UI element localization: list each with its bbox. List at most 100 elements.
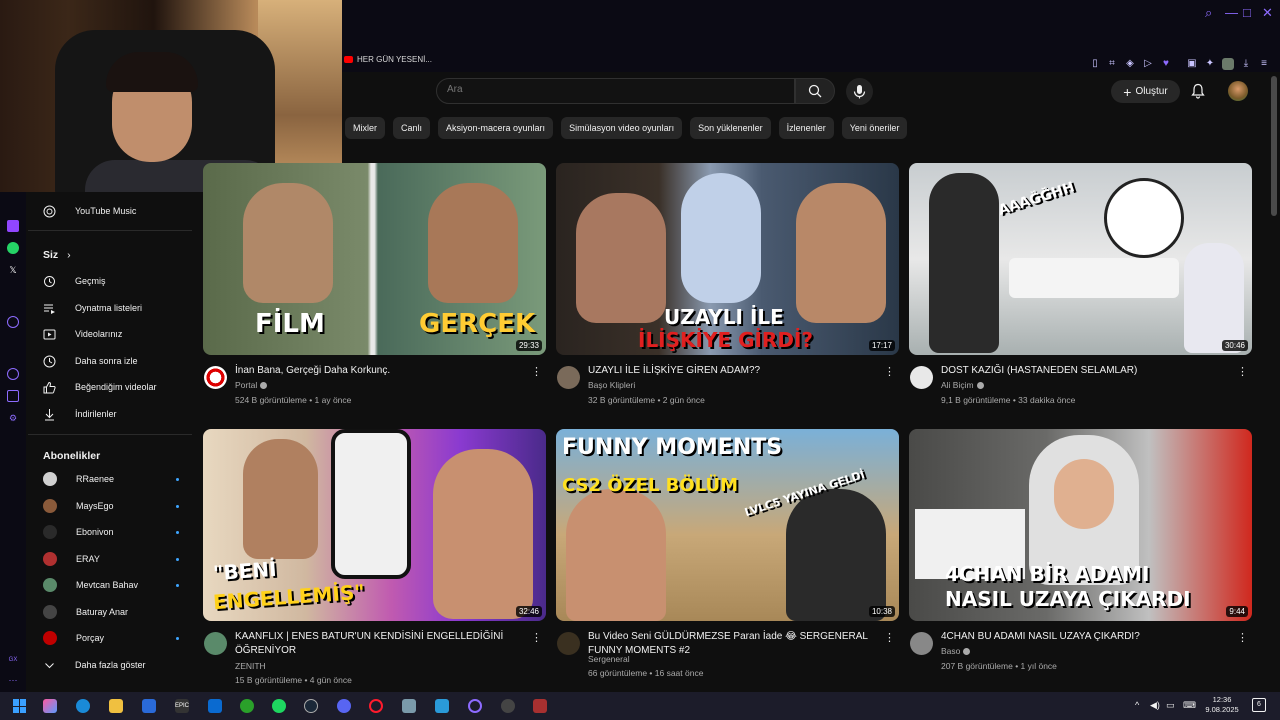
chip-mixes[interactable]: Mixler — [345, 117, 385, 139]
more-options-icon[interactable]: ⋮ — [1237, 365, 1248, 378]
sidebar-item-youtube-music[interactable]: YouTube Music — [43, 202, 183, 220]
settings-icon[interactable]: ⚙ — [7, 412, 19, 424]
you-section-title[interactable]: Siz › — [43, 249, 71, 261]
video-title[interactable]: KAANFLIX | ENES BATUR'UN KENDİSİNİ ENGEL… — [235, 630, 525, 658]
store-icon[interactable] — [142, 699, 156, 713]
cube-icon[interactable] — [7, 390, 19, 402]
steam-icon[interactable] — [304, 699, 318, 713]
more-options-icon[interactable]: ⋮ — [531, 365, 542, 378]
video-title[interactable]: İnan Bana, Gerçeği Daha Korkunç. — [235, 364, 525, 378]
more-options-icon[interactable]: ⋮ — [1237, 631, 1248, 644]
video-card[interactable]: "BENİ ENGELLEMİŞ" 32:46 KAANFLIX | ENES … — [203, 429, 546, 685]
heart-icon[interactable]: ♥ — [1160, 58, 1172, 70]
opera-gx-icon[interactable] — [369, 699, 383, 713]
copilot-icon[interactable] — [43, 699, 57, 713]
subscription-item[interactable]: Porçay — [43, 629, 183, 647]
winrar-icon[interactable] — [533, 699, 547, 713]
menu-icon[interactable]: ≡ — [1258, 58, 1270, 70]
epic-games-icon[interactable]: EPIC — [175, 699, 189, 713]
aria-icon[interactable] — [7, 316, 19, 328]
video-title[interactable]: Bu Video Seni GÜLDÜRMEZSE Paran İade 😂 S… — [588, 630, 878, 658]
subscription-item[interactable]: MaysEgo — [43, 497, 183, 515]
outlook-icon[interactable] — [208, 699, 222, 713]
sidebar-item-watch-later[interactable]: Daha sonra izle — [43, 352, 183, 370]
download-icon[interactable]: ⤓ — [1240, 58, 1252, 70]
shield-icon[interactable]: ◈ — [1124, 58, 1136, 70]
profile-icon[interactable] — [1222, 58, 1234, 70]
bookmark-icon[interactable]: ▯ — [1089, 58, 1101, 70]
whatsapp-icon[interactable] — [7, 242, 19, 254]
app-icon[interactable] — [402, 699, 416, 713]
volume-icon[interactable]: ◀) — [1150, 700, 1160, 711]
extensions-icon[interactable]: ✦ — [1204, 58, 1216, 70]
video-title[interactable]: UZAYLI İLE İLİŞKİYE GİREN ADAM?? — [588, 364, 878, 378]
notifications-icon[interactable] — [1191, 83, 1205, 99]
app-icon[interactable] — [468, 699, 482, 713]
subscription-item[interactable]: Ebonivon — [43, 523, 183, 541]
channel-name[interactable]: Başo Klipleri — [588, 380, 635, 390]
video-title[interactable]: DOST KAZIĞI (HASTANEDEN SELAMLAR) — [941, 364, 1231, 378]
video-card[interactable]: FİLM GERÇEK 29:33 İnan Bana, Gerçeği Dah… — [203, 163, 546, 415]
spotify-icon[interactable] — [272, 699, 286, 713]
video-card[interactable]: FUNNY MOMENTS CS2 ÖZEL BÖLÜM LVLC5 YAYIN… — [556, 429, 899, 681]
sidebar-item-history[interactable]: Geçmiş — [43, 272, 183, 290]
minimize-icon[interactable]: — — [1225, 5, 1238, 20]
channel-avatar[interactable] — [204, 632, 227, 655]
video-title[interactable]: 4CHAN BU ADAMI NASIL UZAYA ÇIKARDI? — [941, 630, 1231, 644]
video-card[interactable]: UZAYLI İLE İLİŞKİYE GİRDİ? 17:17 UZAYLI … — [556, 163, 899, 415]
video-thumbnail[interactable]: 4CHAN BİR ADAMI NASIL UZAYA ÇIKARDI 9:44 — [909, 429, 1252, 621]
sidebar-item-your-videos[interactable]: Videolarınız — [43, 325, 183, 343]
channel-name[interactable]: Sergeneral — [588, 654, 630, 664]
create-button[interactable]: + Oluştur — [1111, 80, 1180, 103]
channel-name[interactable]: Portal — [235, 380, 268, 390]
chip-recent-uploads[interactable]: Son yüklenenler — [690, 117, 771, 139]
maximize-icon[interactable]: □ — [1243, 5, 1251, 20]
sidebar-item-downloads[interactable]: İndirilenler — [43, 405, 183, 423]
file-explorer-icon[interactable] — [109, 699, 123, 713]
channel-avatar[interactable] — [557, 632, 580, 655]
tray-chevron-icon[interactable]: ^ — [1135, 700, 1139, 710]
start-icon[interactable] — [13, 699, 27, 713]
network-icon[interactable]: ▭ — [1166, 700, 1175, 711]
search-input[interactable] — [447, 84, 777, 95]
history-icon[interactable] — [7, 368, 19, 380]
edge-icon[interactable] — [76, 699, 90, 713]
obs-icon[interactable] — [501, 699, 515, 713]
video-thumbnail[interactable]: UZAYLI İLE İLİŞKİYE GİRDİ? 17:17 — [556, 163, 899, 355]
xbox-icon[interactable] — [240, 699, 254, 713]
sidebar-item-playlists[interactable]: Oynatma listeleri — [43, 299, 183, 317]
video-thumbnail[interactable]: "BENİ ENGELLEMİŞ" 32:46 — [203, 429, 546, 621]
search-box[interactable] — [436, 78, 795, 104]
play-icon[interactable]: ▷ — [1142, 58, 1154, 70]
more-options-icon[interactable]: ⋮ — [884, 365, 895, 378]
subscription-item[interactable]: Baturay Anar — [43, 603, 183, 621]
channel-name[interactable]: ZENITH — [235, 661, 266, 671]
channel-name[interactable]: Baso — [941, 646, 971, 656]
twitch-icon[interactable] — [7, 220, 19, 232]
sidebar-item-liked-videos[interactable]: Beğendiğim videolar — [43, 378, 183, 396]
chip-action-adventure[interactable]: Aksiyon-macera oyunları — [438, 117, 554, 139]
discord-icon[interactable] — [337, 699, 351, 713]
chip-new-to-you[interactable]: Yeni öneriler — [841, 117, 908, 139]
gx-icon[interactable]: GX — [7, 654, 19, 666]
channel-avatar[interactable] — [204, 366, 227, 389]
subscription-item[interactable]: RRaenee — [43, 470, 183, 488]
crop-icon[interactable]: ⌗ — [1106, 58, 1118, 70]
channel-avatar[interactable] — [557, 366, 580, 389]
more-icon[interactable]: ··· — [7, 674, 19, 686]
app-icon[interactable] — [435, 699, 449, 713]
notification-center-icon[interactable]: 6 — [1252, 698, 1266, 712]
channel-avatar[interactable] — [910, 632, 933, 655]
chip-simulation[interactable]: Simülasyon video oyunları — [561, 117, 683, 139]
voice-search-button[interactable] — [846, 78, 873, 105]
x-icon[interactable]: 𝕏 — [7, 264, 19, 276]
more-options-icon[interactable]: ⋮ — [531, 631, 542, 644]
channel-avatar[interactable] — [910, 366, 933, 389]
video-thumbnail[interactable]: FUNNY MOMENTS CS2 ÖZEL BÖLÜM LVLC5 YAYIN… — [556, 429, 899, 621]
search-button[interactable] — [795, 78, 835, 104]
video-card[interactable]: 4CHAN BİR ADAMI NASIL UZAYA ÇIKARDI 9:44… — [909, 429, 1252, 681]
video-card[interactable]: AAAĞĞHH 30:46 DOST KAZIĞI (HASTANEDEN SE… — [909, 163, 1252, 415]
more-options-icon[interactable]: ⋮ — [884, 631, 895, 644]
search-icon[interactable]: ⌕ — [1205, 5, 1212, 21]
video-thumbnail[interactable]: FİLM GERÇEK 29:33 — [203, 163, 546, 355]
